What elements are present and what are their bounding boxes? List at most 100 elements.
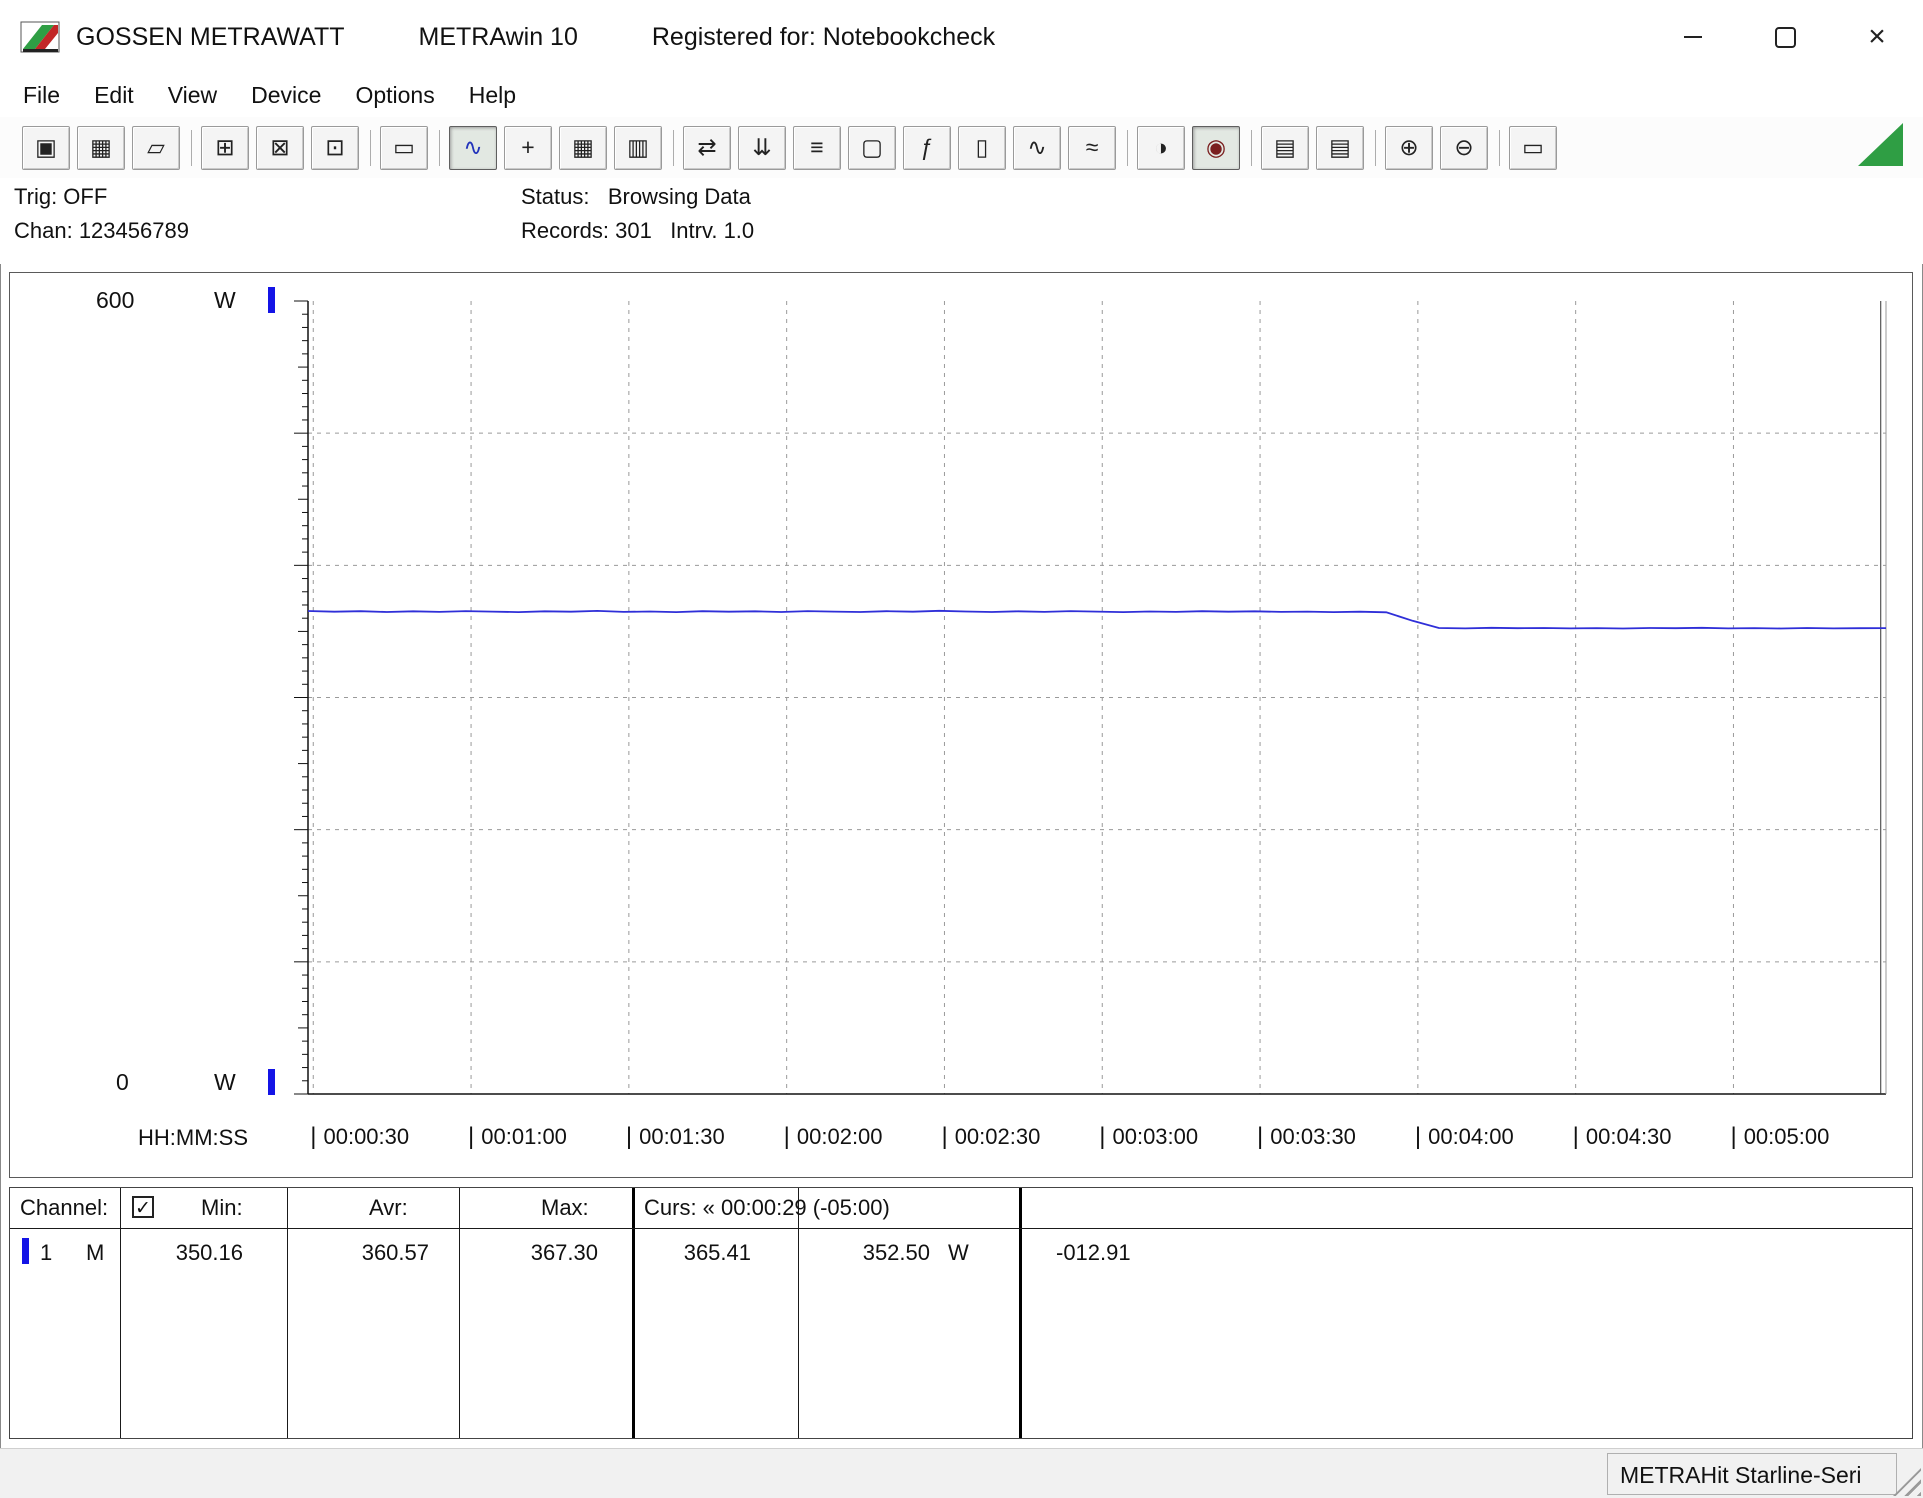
x-axis-label: HH:MM:SS bbox=[138, 1125, 248, 1151]
x-tick-label: |00:02:00 bbox=[784, 1123, 883, 1151]
toolbar-separator bbox=[1499, 130, 1500, 166]
timer-icon[interactable]: ◑ bbox=[1137, 126, 1185, 170]
trigger-status: Trig: OFF bbox=[14, 184, 107, 210]
x-tick-label: |00:02:30 bbox=[941, 1123, 1040, 1151]
device-name-box: METRAHit Starline-Seri bbox=[1607, 1453, 1897, 1495]
zoom-out-icon[interactable]: ⊖ bbox=[1440, 126, 1488, 170]
pc-transfer-icon[interactable]: ▢ bbox=[848, 126, 896, 170]
channel-row-marker bbox=[22, 1238, 29, 1264]
menu-item-device[interactable]: Device bbox=[234, 78, 338, 113]
chart-plot[interactable] bbox=[290, 297, 1890, 1099]
value-avr: 360.57 bbox=[310, 1240, 429, 1266]
comment-icon[interactable]: ▭ bbox=[1509, 126, 1557, 170]
close-icon: × bbox=[1868, 22, 1886, 52]
window-controls: × bbox=[1647, 0, 1923, 74]
toolbar-separator bbox=[191, 130, 192, 166]
save-file-icon[interactable]: ▣ bbox=[22, 126, 70, 170]
analog-signal-icon[interactable]: ∿ bbox=[1013, 126, 1061, 170]
menu-bar: FileEditViewDeviceOptionsHelp bbox=[0, 74, 1923, 117]
app-icon[interactable] bbox=[20, 19, 60, 55]
toolbar-separator bbox=[1251, 130, 1252, 166]
title-bar: GOSSEN METRAWATT METRAwin 10 Registered … bbox=[0, 0, 1923, 74]
channel-index: 1 bbox=[40, 1240, 52, 1266]
export-report-icon[interactable]: ⊞ bbox=[201, 126, 249, 170]
table-divider bbox=[120, 1188, 121, 1438]
filter-signal-icon[interactable]: ≈ bbox=[1068, 126, 1116, 170]
toolbar-separator bbox=[1127, 130, 1128, 166]
header-min: Min: bbox=[201, 1195, 243, 1221]
value-cursor1: 365.41 bbox=[655, 1240, 751, 1266]
record-control-icon[interactable]: ◉ bbox=[1192, 126, 1240, 170]
brand-title: GOSSEN METRAWATT bbox=[76, 23, 345, 52]
open-file-icon[interactable]: ▱ bbox=[132, 126, 180, 170]
x-tick-row: |00:00:30 |00:01:00 |00:01:30 |00:02:00 |00:… bbox=[10, 1123, 1914, 1157]
print-preview-icon[interactable]: ▤ bbox=[1261, 126, 1309, 170]
table-divider bbox=[798, 1188, 799, 1438]
status-bar: METRAHit Starline-Seri bbox=[0, 1448, 1923, 1498]
channel-mode: M bbox=[86, 1240, 104, 1266]
value-cursor2: 352.50 bbox=[810, 1240, 930, 1266]
zoom-in-icon[interactable]: ⊕ bbox=[1385, 126, 1433, 170]
menu-item-edit[interactable]: Edit bbox=[77, 78, 151, 113]
header-avr: Avr: bbox=[369, 1195, 408, 1221]
menu-item-view[interactable]: View bbox=[151, 78, 234, 113]
print-icon[interactable]: ▤ bbox=[1316, 126, 1364, 170]
numeric-display-icon[interactable]: ▭ bbox=[380, 126, 428, 170]
export-clipboard-icon[interactable]: ⊡ bbox=[311, 126, 359, 170]
table-header-divider bbox=[10, 1228, 1912, 1229]
x-tick-label: |00:03:30 bbox=[1257, 1123, 1356, 1151]
table-divider-thick bbox=[632, 1188, 635, 1438]
header-max: Max: bbox=[541, 1195, 589, 1221]
device-connect-icon[interactable]: ⇄ bbox=[683, 126, 731, 170]
minimize-button[interactable] bbox=[1647, 0, 1739, 74]
maximize-button[interactable] bbox=[1739, 0, 1831, 74]
function-icon[interactable]: ƒ bbox=[903, 126, 951, 170]
chart-frame: 600 W 0 W |00:00:30|00:01:00|00:01:30|00… bbox=[9, 272, 1913, 1178]
x-tick-label: |00:00:30 bbox=[310, 1123, 409, 1151]
table-divider bbox=[287, 1188, 288, 1438]
toolbar-separator bbox=[673, 130, 674, 166]
toolbar-separator bbox=[1375, 130, 1376, 166]
device-settings-icon[interactable]: ≡ bbox=[793, 126, 841, 170]
x-tick-label: |00:04:30 bbox=[1573, 1123, 1672, 1151]
x-tick-label: |00:03:00 bbox=[1099, 1123, 1198, 1151]
histogram-view-icon[interactable]: ▥ bbox=[614, 126, 662, 170]
close-button[interactable]: × bbox=[1831, 0, 1923, 74]
chart-view-icon[interactable]: ∿ bbox=[449, 126, 497, 170]
table-divider bbox=[459, 1188, 460, 1438]
x-tick-label: |00:01:30 bbox=[626, 1123, 725, 1151]
toolbar-separator bbox=[370, 130, 371, 166]
channel-color-marker-top bbox=[268, 287, 275, 313]
value-min: 350.16 bbox=[140, 1240, 243, 1266]
menu-item-options[interactable]: Options bbox=[338, 78, 451, 113]
value-delta: -012.91 bbox=[1056, 1240, 1131, 1266]
channel-color-marker-bottom bbox=[268, 1069, 275, 1095]
channel-table: Channel: ✓ Min: Avr: Max: Curs: « 00:00:… bbox=[9, 1187, 1913, 1439]
table-view-icon[interactable]: ▦ bbox=[559, 126, 607, 170]
minimize-icon bbox=[1684, 36, 1702, 38]
toolbar: ▣▦▱⊞⊠⊡▭∿+▦▥⇄⇊≡▢ƒ▯∿≈◑◉▤▤⊕⊖▭ bbox=[0, 117, 1923, 178]
registered-label: Registered for: Notebookcheck bbox=[652, 23, 995, 52]
x-tick-label: |00:04:00 bbox=[1415, 1123, 1514, 1151]
x-tick-label: |00:01:00 bbox=[468, 1123, 567, 1151]
y-axis-min-label: 0 bbox=[116, 1069, 129, 1096]
save-as-icon[interactable]: ▦ bbox=[77, 126, 125, 170]
x-tick-label: |00:05:00 bbox=[1730, 1123, 1829, 1151]
header-cursor: Curs: « 00:00:29 (-05:00) bbox=[644, 1195, 890, 1221]
y-axis-unit-top: W bbox=[214, 287, 236, 314]
memory-read-icon[interactable]: ▯ bbox=[958, 126, 1006, 170]
resize-grip[interactable] bbox=[1893, 1468, 1921, 1496]
export-data-icon[interactable]: ⊠ bbox=[256, 126, 304, 170]
toolbar-separator bbox=[439, 130, 440, 166]
value-max: 367.30 bbox=[480, 1240, 598, 1266]
channel-visible-checkbox[interactable]: ✓ bbox=[132, 1196, 154, 1218]
status-panel: Trig: OFF Chan: 123456789 Status: Browsi… bbox=[0, 178, 1923, 264]
menu-item-file[interactable]: File bbox=[6, 78, 77, 113]
device-read-icon[interactable]: ⇊ bbox=[738, 126, 786, 170]
menu-item-help[interactable]: Help bbox=[452, 78, 533, 113]
cursor-crosshair-icon[interactable]: + bbox=[504, 126, 552, 170]
table-divider-thick bbox=[1019, 1188, 1022, 1438]
y-axis-unit-bottom: W bbox=[214, 1069, 236, 1096]
y-axis-max-label: 600 bbox=[96, 287, 134, 314]
value-unit: W bbox=[948, 1240, 969, 1266]
